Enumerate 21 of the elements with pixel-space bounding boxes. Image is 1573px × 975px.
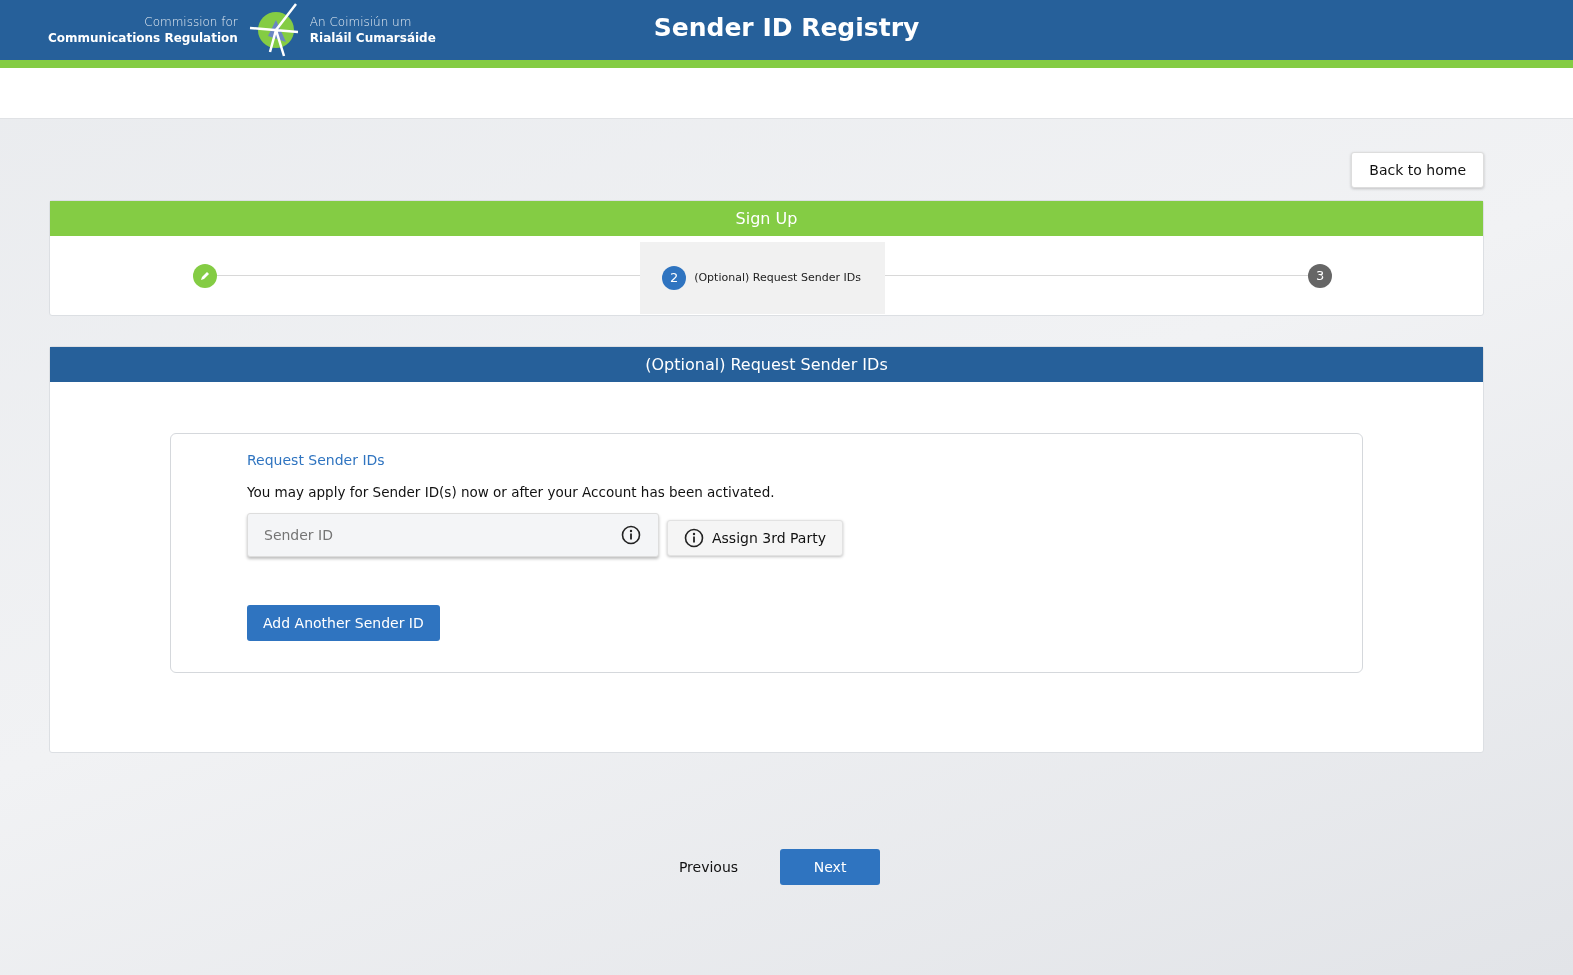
step-number: 2	[662, 265, 687, 290]
add-sender-id-button[interactable]: Add Another Sender ID	[247, 605, 440, 641]
next-button[interactable]: Next	[780, 849, 881, 885]
description-text: You may apply for Sender ID(s) now or after your Account has been activated.	[247, 484, 776, 500]
page-title: Sender ID Registry	[653, 13, 920, 42]
panel-heading: Request Sender IDs	[247, 452, 386, 468]
previous-button[interactable]: Previous	[666, 849, 751, 885]
step-label: (Optional) Request Sender IDs	[694, 271, 861, 284]
step-number: 3	[1308, 263, 1332, 288]
org-name: Rialáil Cumarsáide	[309, 30, 436, 46]
assign-3rd-party-button[interactable]: Assign 3rd Party	[667, 520, 843, 556]
org-name: Communications Regulation	[48, 30, 238, 46]
signup-title: Sign Up	[50, 201, 1483, 236]
back-to-home-button[interactable]: Back to home	[1351, 152, 1484, 188]
sender-id-field[interactable]: Sender ID	[247, 513, 659, 557]
info-icon	[621, 525, 641, 545]
pencil-icon	[193, 263, 217, 288]
section-title: (Optional) Request Sender IDs	[50, 347, 1483, 382]
info-icon	[684, 528, 704, 548]
org-name: An Coimisiún um	[309, 14, 413, 30]
org-name: Commission for	[144, 14, 238, 30]
